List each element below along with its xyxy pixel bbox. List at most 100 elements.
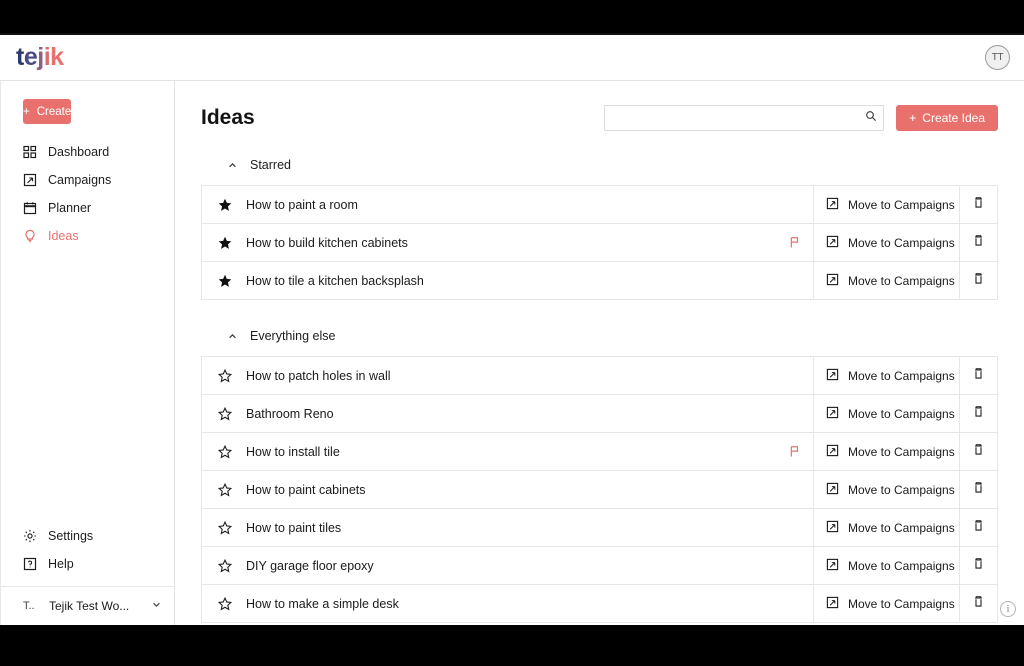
sidebar-item-campaigns[interactable]: Campaigns xyxy=(1,166,174,194)
avatar[interactable]: TT xyxy=(985,45,1010,70)
workspace-avatar: T.. xyxy=(23,600,35,612)
sidebar-item-ideas[interactable]: Ideas xyxy=(1,222,174,250)
help-icon xyxy=(23,557,37,571)
star-filled-icon[interactable] xyxy=(218,198,232,212)
move-to-campaigns-label: Move to Campaigns xyxy=(848,482,955,497)
sidebar-item-label: Settings xyxy=(48,529,94,543)
delete-idea-button[interactable] xyxy=(960,186,997,223)
delete-idea-button[interactable] xyxy=(960,395,997,432)
sidebar-item-dashboard[interactable]: Dashboard xyxy=(1,138,174,166)
trash-icon xyxy=(972,272,985,290)
table-row[interactable]: How to install tile Move to Campaigns xyxy=(202,433,997,471)
trash-icon xyxy=(972,519,985,537)
sidebar-item-help[interactable]: Help xyxy=(1,550,174,578)
trash-icon xyxy=(972,481,985,499)
table-row[interactable]: How to tile a kitchen backsplash Move to… xyxy=(202,262,997,300)
delete-idea-button[interactable] xyxy=(960,262,997,299)
idea-title-cell: How to tile a kitchen backsplash xyxy=(202,262,814,299)
idea-title: How to paint cabinets xyxy=(246,482,366,497)
campaigns-icon xyxy=(826,520,839,536)
sidebar-item-label: Help xyxy=(48,557,74,571)
delete-idea-button[interactable] xyxy=(960,433,997,470)
search-input[interactable] xyxy=(604,105,885,131)
move-to-campaigns-button[interactable]: Move to Campaigns xyxy=(814,471,960,508)
table-row[interactable]: How to paint a room Move to Campaigns xyxy=(202,186,997,224)
flag-icon[interactable] xyxy=(788,236,801,249)
chevron-up-icon xyxy=(227,160,238,171)
logo-letter: k xyxy=(50,43,64,71)
calendar-icon xyxy=(23,201,37,215)
chevron-down-icon xyxy=(151,599,162,613)
move-to-campaigns-button[interactable]: Move to Campaigns xyxy=(814,262,960,299)
move-to-campaigns-label: Move to Campaigns xyxy=(848,520,955,535)
info-icon[interactable]: i xyxy=(1000,601,1016,617)
campaigns-icon xyxy=(826,596,839,612)
idea-title-cell: How to paint tiles xyxy=(202,509,814,546)
move-to-campaigns-button[interactable]: Move to Campaigns xyxy=(814,433,960,470)
idea-title-cell: How to make a simple desk xyxy=(202,585,814,622)
delete-idea-button[interactable] xyxy=(960,357,997,394)
logo-letter: t xyxy=(16,43,24,71)
star-outline-icon[interactable] xyxy=(218,482,232,497)
section-label: Everything else xyxy=(250,329,336,343)
table-row[interactable]: How to patch holes in wall Move to Campa… xyxy=(202,357,997,395)
move-to-campaigns-button[interactable]: Move to Campaigns xyxy=(814,186,960,223)
star-outline-icon[interactable] xyxy=(218,596,232,611)
move-to-campaigns-label: Move to Campaigns xyxy=(848,596,955,611)
campaigns-icon xyxy=(826,235,839,251)
page-title: Ideas xyxy=(201,106,255,129)
table-row[interactable]: DIY garage floor epoxy Move to Campaigns xyxy=(202,547,997,585)
main-header-actions: + Create Idea xyxy=(604,105,998,131)
move-to-campaigns-button[interactable]: Move to Campaigns xyxy=(814,357,960,394)
lightbulb-icon xyxy=(23,229,37,243)
plus-icon: + xyxy=(23,105,30,118)
move-to-campaigns-label: Move to Campaigns xyxy=(848,273,955,288)
sidebar-item-label: Dashboard xyxy=(48,145,110,159)
create-button[interactable]: + Create xyxy=(23,99,72,124)
delete-idea-button[interactable] xyxy=(960,509,997,546)
table-row[interactable]: How to paint tiles Move to Campaigns xyxy=(202,509,997,547)
delete-idea-button[interactable] xyxy=(960,585,997,622)
idea-title: How to make a simple desk xyxy=(246,596,399,611)
delete-idea-button[interactable] xyxy=(960,471,997,508)
flag-icon[interactable] xyxy=(788,445,801,458)
move-to-campaigns-button[interactable]: Move to Campaigns xyxy=(814,509,960,546)
move-to-campaigns-label: Move to Campaigns xyxy=(848,444,955,459)
idea-title-cell: DIY garage floor epoxy xyxy=(202,547,814,584)
star-outline-icon[interactable] xyxy=(218,406,232,421)
move-to-campaigns-button[interactable]: Move to Campaigns xyxy=(814,395,960,432)
trash-icon xyxy=(972,557,985,575)
move-to-campaigns-button[interactable]: Move to Campaigns xyxy=(814,547,960,584)
star-filled-icon[interactable] xyxy=(218,236,232,250)
delete-idea-button[interactable] xyxy=(960,547,997,584)
star-outline-icon[interactable] xyxy=(218,368,232,383)
table-row[interactable]: How to paint cabinets Move to Campaigns xyxy=(202,471,997,509)
star-outline-icon[interactable] xyxy=(218,444,232,459)
idea-title-cell: How to paint a room xyxy=(202,186,814,223)
plus-icon: + xyxy=(909,111,917,125)
sidebar-item-settings[interactable]: Settings xyxy=(1,522,174,550)
workspace-switcher[interactable]: T.. Tejik Test Wo... xyxy=(1,587,174,625)
dashboard-icon xyxy=(23,145,37,159)
tejik-logo[interactable]: tejik xyxy=(16,45,64,70)
campaigns-icon xyxy=(826,558,839,574)
ideas-list-starred: How to paint a room Move to Campaigns Ho… xyxy=(201,185,998,300)
sidebar-item-planner[interactable]: Planner xyxy=(1,194,174,222)
idea-title-cell: How to paint cabinets xyxy=(202,471,814,508)
move-to-campaigns-button[interactable]: Move to Campaigns xyxy=(814,585,960,622)
create-idea-button[interactable]: + Create Idea xyxy=(896,105,998,131)
table-row[interactable]: Bathroom Reno Move to Campaigns xyxy=(202,395,997,433)
logo-letter: e xyxy=(23,43,38,71)
delete-idea-button[interactable] xyxy=(960,224,997,261)
move-to-campaigns-button[interactable]: Move to Campaigns xyxy=(814,224,960,261)
section-header-everything-else[interactable]: Everything else xyxy=(201,324,998,348)
section-header-starred[interactable]: Starred xyxy=(201,153,998,177)
table-row[interactable]: How to build kitchen cabinets Move to Ca… xyxy=(202,224,997,262)
campaigns-icon xyxy=(826,406,839,422)
star-filled-icon[interactable] xyxy=(218,274,232,288)
table-row[interactable]: How to make a simple desk Move to Campai… xyxy=(202,585,997,623)
campaigns-icon xyxy=(826,444,839,460)
star-outline-icon[interactable] xyxy=(218,520,232,535)
top-bar: tejik TT xyxy=(0,35,1024,81)
star-outline-icon[interactable] xyxy=(218,558,232,573)
